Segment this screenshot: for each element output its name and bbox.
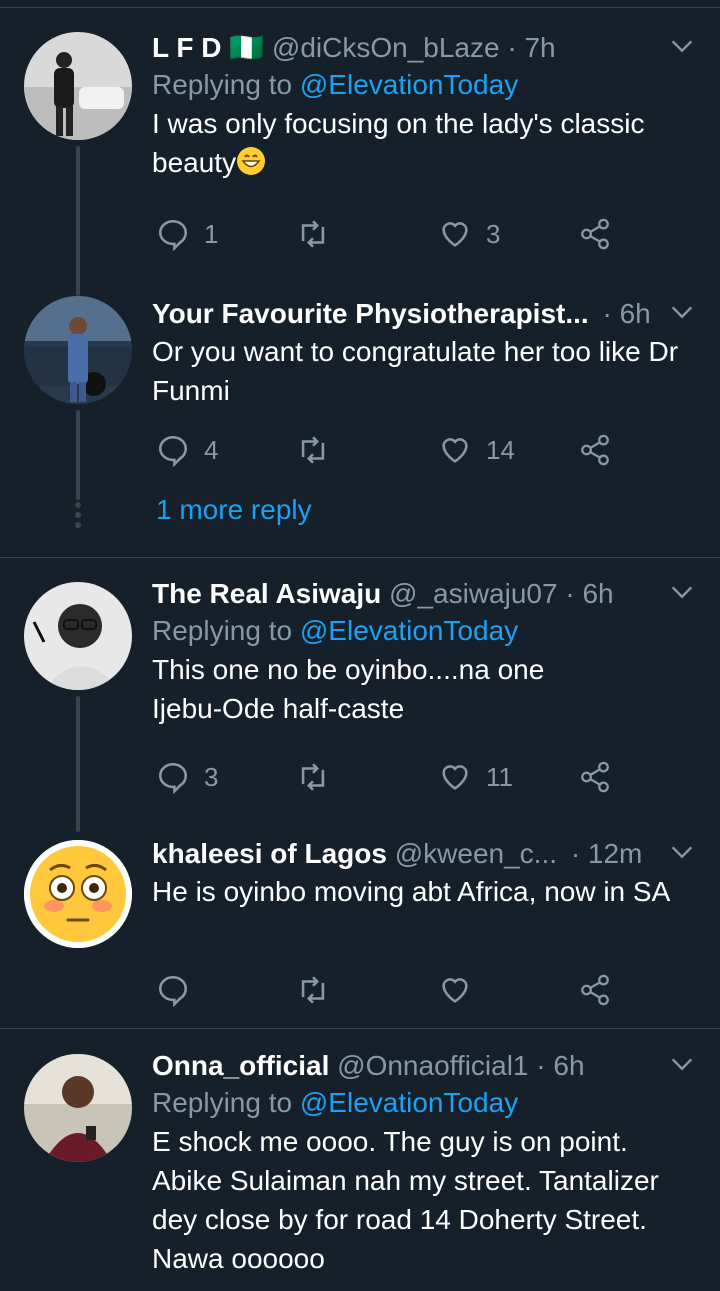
reply-button[interactable]: 4 <box>156 430 218 470</box>
retweet-icon <box>301 220 325 248</box>
flag-emoji: 🇳🇬 <box>229 32 265 63</box>
chevron-down-icon[interactable] <box>668 578 696 606</box>
like-button[interactable]: 14 <box>438 430 515 470</box>
tweet-text: I was only focusing on the lady's classi… <box>152 104 692 182</box>
avatar[interactable] <box>24 32 132 140</box>
tweet-text: E shock me oooo. The guy is on point. Ab… <box>152 1126 659 1274</box>
thread-line <box>76 410 80 500</box>
reply-button[interactable] <box>156 970 204 1010</box>
reply-icon <box>158 219 188 251</box>
thread-line <box>76 146 80 296</box>
reply-button[interactable]: 1 <box>156 214 218 254</box>
display-name[interactable]: Onna_official <box>152 1050 329 1081</box>
reply-button[interactable]: 3 <box>156 757 218 797</box>
timestamp[interactable]: · 7h <box>507 32 555 63</box>
like-count: 11 <box>486 761 513 792</box>
reply-count: 4 <box>204 434 219 465</box>
share-button[interactable] <box>578 214 612 254</box>
retweet-button[interactable] <box>296 430 330 470</box>
chevron-down-icon[interactable] <box>668 298 696 326</box>
handle[interactable]: @kween_c... <box>395 838 557 869</box>
retweet-icon <box>301 436 325 464</box>
tweet-header: Your Favourite Physiotherapist... · 6h <box>152 296 696 332</box>
avatar[interactable] <box>24 1054 132 1162</box>
tweet-text: Or you want to congratulate her too like… <box>152 336 679 406</box>
retweet-button[interactable] <box>296 757 330 797</box>
share-icon <box>581 434 609 466</box>
more-replies-link[interactable]: 1 more reply <box>156 494 312 526</box>
retweet-button[interactable] <box>296 214 330 254</box>
reply-feed: L F D 🇳🇬 @diCksOn_bLaze · 7h Replying to… <box>0 0 720 1291</box>
like-button[interactable] <box>438 970 486 1010</box>
chevron-down-icon[interactable] <box>668 1050 696 1078</box>
like-icon <box>442 765 468 790</box>
thread-divider <box>0 1028 720 1029</box>
tweet-header: L F D 🇳🇬 @diCksOn_bLaze · 7h <box>152 30 696 66</box>
more-replies-dots <box>74 502 82 532</box>
avatar[interactable] <box>24 296 132 404</box>
tweet-text-body: I was only focusing on the lady's classi… <box>152 108 645 178</box>
tweet-header: khaleesi of Lagos @kween_c... · 12m <box>152 836 696 872</box>
reply-icon <box>158 762 188 794</box>
avatar[interactable] <box>24 840 132 948</box>
like-count: 3 <box>486 218 501 249</box>
handle[interactable]: @Onnaofficial1 <box>337 1050 528 1081</box>
share-button[interactable] <box>578 970 612 1010</box>
top-divider <box>0 0 720 8</box>
retweet-button[interactable] <box>296 970 330 1010</box>
reply-count: 1 <box>204 218 219 249</box>
like-count: 14 <box>486 434 515 465</box>
replying-to: Replying to @ElevationToday <box>152 612 696 650</box>
display-name[interactable]: khaleesi of Lagos <box>152 838 387 869</box>
tweet-header: The Real Asiwaju @_asiwaju07 · 6h <box>152 576 696 612</box>
tweet-text: This one no be oyinbo....na one Ijebu-Od… <box>152 654 545 724</box>
avatar[interactable] <box>24 582 132 690</box>
timestamp[interactable]: · 6h <box>602 298 650 329</box>
chevron-down-icon[interactable] <box>668 838 696 866</box>
replying-to-link[interactable]: @ElevationToday <box>300 69 518 100</box>
thread-divider <box>0 557 720 558</box>
flushed-face-icon <box>24 840 132 948</box>
tweet-actions: 3 11 <box>152 757 632 797</box>
reply-count: 3 <box>204 761 219 792</box>
display-name[interactable]: L F D <box>152 32 221 63</box>
replying-to-link[interactable]: @ElevationToday <box>300 1087 518 1118</box>
replying-to: Replying to @ElevationToday <box>152 1084 696 1122</box>
timestamp[interactable]: · 12m <box>571 838 643 869</box>
share-button[interactable] <box>578 430 612 470</box>
timestamp[interactable]: · 6h <box>536 1050 584 1081</box>
reply-icon <box>158 975 188 1007</box>
tweet-actions: 4 14 <box>152 430 632 470</box>
replying-to-link[interactable]: @ElevationToday <box>300 615 518 646</box>
display-name[interactable]: Your Favourite Physiotherapist... <box>152 298 589 329</box>
handle[interactable]: @diCksOn_bLaze <box>272 32 500 63</box>
like-button[interactable]: 3 <box>438 214 500 254</box>
replying-prefix: Replying to <box>152 69 293 100</box>
retweet-icon <box>301 763 325 791</box>
tweet-actions <box>152 970 632 1010</box>
tweet-actions: 1 3 <box>152 214 632 254</box>
share-icon <box>581 218 609 250</box>
share-icon <box>581 974 609 1006</box>
thread-line <box>76 696 80 832</box>
reply-icon <box>158 435 188 467</box>
tweet-text: He is oyinbo moving abt Africa, now in S… <box>152 876 671 907</box>
display-name[interactable]: The Real Asiwaju <box>152 578 381 609</box>
like-icon <box>442 438 468 463</box>
timestamp[interactable]: · 6h <box>565 578 613 609</box>
tweet-header: Onna_official @Onnaofficial1 · 6h <box>152 1048 696 1084</box>
handle[interactable]: @_asiwaju07 <box>389 578 558 609</box>
like-button[interactable]: 11 <box>438 757 513 797</box>
like-icon <box>442 978 468 1003</box>
like-icon <box>442 222 468 247</box>
replying-to: Replying to @ElevationToday <box>152 66 696 104</box>
share-button[interactable] <box>578 757 612 797</box>
replying-prefix: Replying to <box>152 615 293 646</box>
share-icon <box>581 761 609 793</box>
retweet-icon <box>301 976 325 1004</box>
replying-prefix: Replying to <box>152 1087 293 1118</box>
chevron-down-icon[interactable] <box>668 32 696 60</box>
grinning-face-emoji-icon <box>237 147 266 175</box>
